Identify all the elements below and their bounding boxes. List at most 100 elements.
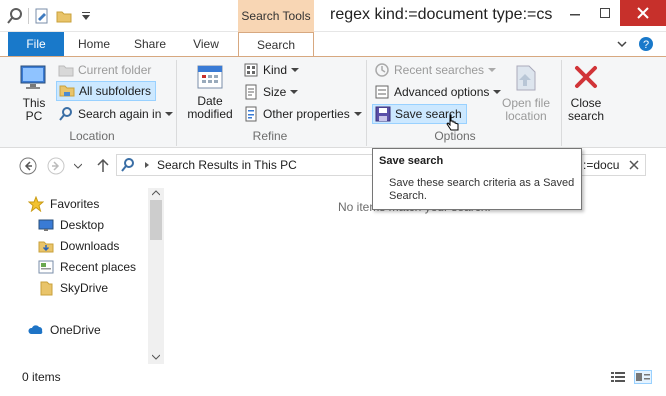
chevron-up-icon [152,190,160,196]
tab-view[interactable]: View [180,32,232,56]
back-button[interactable] [18,156,38,176]
close-search-icon [575,66,597,88]
advanced-options-icon [375,85,389,99]
star-icon [28,196,44,212]
close-search-button[interactable]: Close search [564,62,608,123]
search-tools-context-label: Search Tools [238,0,314,32]
large-icons-view-button[interactable] [634,370,652,384]
customize-qat-icon[interactable] [77,7,95,25]
search-input-value: :=docu [583,158,620,172]
maximize-button[interactable] [590,0,620,26]
this-pc-icon [20,65,46,89]
save-icon [375,106,391,122]
properties-list-icon [245,106,257,122]
refine-group-label: Refine [252,129,288,143]
nav-scroll-thumb[interactable] [150,200,162,240]
scroll-down-button[interactable] [150,352,162,362]
tab-file[interactable]: File [8,32,64,56]
other-properties-button[interactable]: Other properties [243,106,362,122]
tooltip-body: Save these search criteria as a Saved Se… [389,177,575,202]
recent-searches-button[interactable]: Recent searches [374,62,497,78]
new-folder-icon[interactable] [55,7,73,25]
size-button[interactable]: Size [243,84,299,100]
all-subfolders-button[interactable]: All subfolders [56,81,157,101]
subfolders-icon [59,85,75,97]
details-view-button[interactable] [610,370,626,384]
recent-locations-button[interactable] [72,158,84,174]
minimize-icon [570,14,580,16]
kind-icon [244,63,258,77]
chevron-down-icon [617,41,627,48]
onedrive-icon [28,325,43,334]
chevron-down-icon [152,354,160,360]
item-count: 0 items [22,370,61,384]
location-group-label: Location [69,129,115,143]
nav-item-desktop[interactable]: Desktop [38,217,104,233]
forward-button[interactable] [46,156,66,176]
close-window-button[interactable] [620,0,666,26]
svg-text:?: ? [643,39,649,51]
tab-home[interactable]: Home [68,32,120,56]
clear-search-icon[interactable] [629,160,639,170]
skydrive-folder-icon [40,281,53,296]
this-pc-button[interactable]: This PC [14,62,54,123]
qat-divider [28,8,29,24]
ribbon-divider [561,60,562,146]
search-again-in-button[interactable]: Search again in [58,106,174,122]
chevron-down-icon [74,163,82,169]
maximize-icon [600,8,610,18]
downloads-icon [38,241,54,253]
search-input[interactable]: :=docu [578,154,646,176]
dropdown-arrow-icon [488,68,497,72]
nav-onedrive[interactable]: OneDrive [28,322,101,338]
tab-search[interactable]: Search [238,32,314,57]
open-file-location-icon [516,65,536,91]
scroll-up-button[interactable] [150,188,162,198]
recent-places-icon [38,260,54,274]
dropdown-arrow-icon [291,68,300,72]
nav-item-recent-places[interactable]: Recent places [38,259,136,275]
search-again-in-label: Search again in [78,107,162,121]
breadcrumb-chevron-icon [145,162,149,168]
hand-cursor-icon [446,114,459,131]
nav-favorites[interactable]: Favorites [28,196,99,212]
dropdown-arrow-icon [353,112,362,116]
ribbon-divider [366,60,367,146]
minimize-button[interactable] [560,0,590,26]
save-search-tooltip: Save search Save these search criteria a… [372,148,582,210]
kind-button[interactable]: Kind [243,62,300,78]
current-folder-button[interactable]: Current folder [58,62,151,78]
help-icon: ? [639,37,653,51]
nav-item-skydrive[interactable]: SkyDrive [38,280,108,296]
help-button[interactable]: ? [636,32,656,56]
folder-icon [58,65,74,77]
nav-favorites-label: Favorites [50,197,100,211]
open-file-location-label: Open file location [501,96,551,123]
desktop-icon [38,219,54,231]
ribbon-divider [176,60,177,146]
tooltip-title: Save search [379,155,444,167]
date-modified-label: Date modified [187,94,233,121]
nav-item-downloads[interactable]: Downloads [38,238,119,254]
nav-onedrive-label: OneDrive [50,323,101,337]
properties-icon[interactable] [33,7,51,25]
size-label: Size [263,85,287,99]
date-modified-button[interactable]: Date modified [182,62,238,121]
dropdown-arrow-icon [165,112,174,116]
forward-arrow-icon [47,157,65,175]
kind-label: Kind [263,63,288,77]
recent-searches-label: Recent searches [394,63,485,77]
quick-access-toolbar [6,6,95,26]
status-bar [0,366,666,396]
nav-item-label: SkyDrive [60,281,109,295]
search-app-icon[interactable] [6,7,24,25]
size-icon [245,84,257,100]
tab-share[interactable]: Share [124,32,176,56]
open-file-location-button[interactable]: Open file location [496,62,556,123]
advanced-options-button[interactable]: Advanced options [374,84,502,100]
close-search-label: Close search [567,96,605,123]
minimize-ribbon-button[interactable] [612,32,632,56]
up-button[interactable] [94,156,112,176]
large-icons-view-icon [636,373,650,381]
nav-item-label: Desktop [60,218,105,232]
